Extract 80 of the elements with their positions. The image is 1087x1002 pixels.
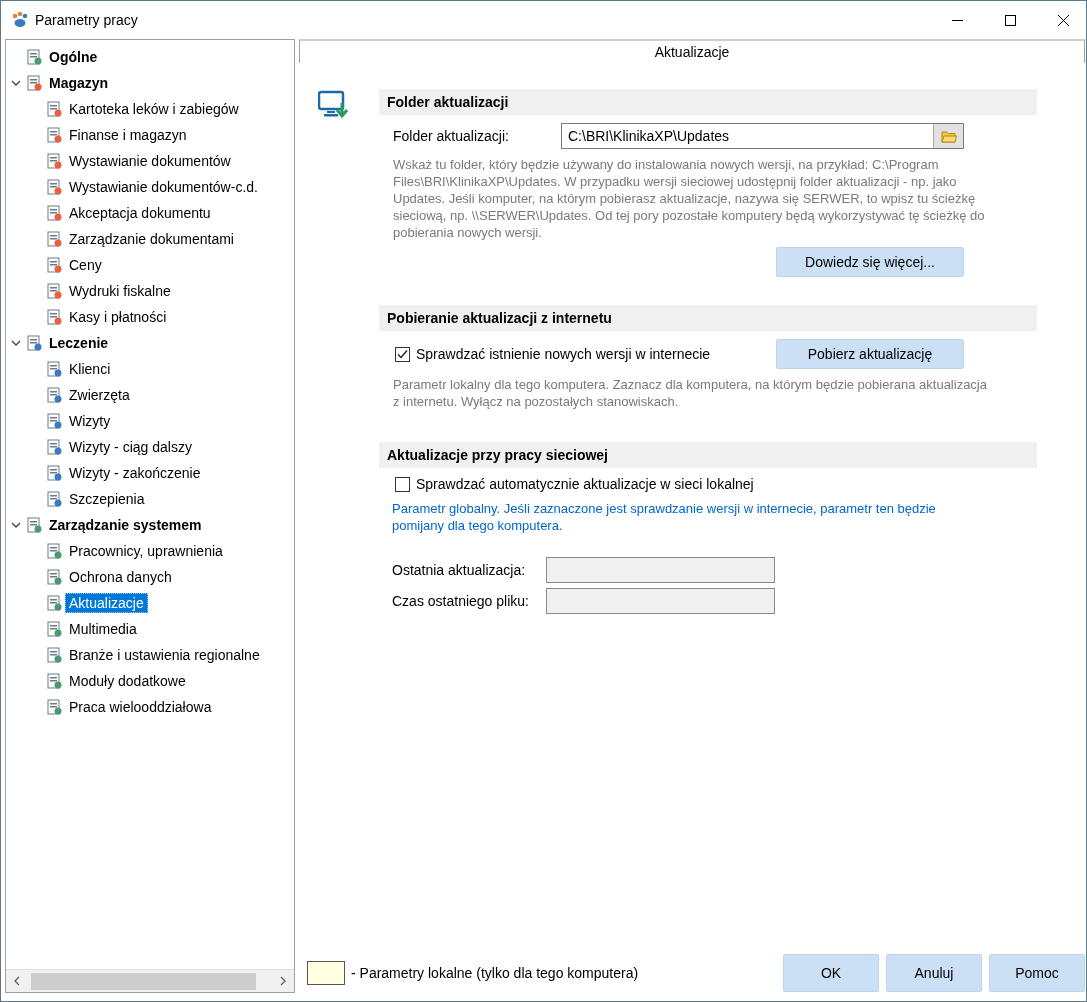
- page-icon: [46, 257, 62, 273]
- field-label: Czas ostatniego pliku:: [392, 593, 530, 609]
- page-icon: [46, 153, 62, 169]
- window-title: Parametry pracy: [35, 12, 138, 28]
- page-icon: [46, 387, 62, 403]
- legend-label: - Parametry lokalne (tylko dla tego komputera): [351, 965, 639, 981]
- tree-item[interactable]: Zarządzanie dokumentami: [65, 229, 238, 249]
- tree-item[interactable]: Szczepienia: [65, 489, 149, 509]
- tree-item[interactable]: Aktualizacje: [65, 593, 148, 613]
- learn-more-button[interactable]: Dowiedz się więcej...: [776, 247, 964, 277]
- section-header: Aktualizacje przy pracy sieciowej: [379, 442, 1037, 468]
- page-icon: [46, 439, 62, 455]
- folder-page-icon: [26, 335, 42, 351]
- tree-item[interactable]: Kartoteka leków i zabiegów: [65, 99, 243, 119]
- section-header: Folder aktualizacji: [379, 89, 1037, 115]
- tree-item[interactable]: Branże i ustawienia regionalne: [65, 645, 264, 665]
- page-icon: [46, 543, 62, 559]
- page-icon: [46, 647, 62, 663]
- tree-item[interactable]: Wizyty: [65, 411, 115, 431]
- page-icon: [46, 361, 62, 377]
- page-icon: [46, 699, 62, 715]
- section-header: Pobieranie aktualizacji z internetu: [379, 305, 1037, 331]
- tree-item[interactable]: Wizyty - ciąg dalszy: [65, 437, 196, 457]
- field-label: Ostatnia aktualizacja:: [392, 562, 527, 578]
- page-icon: [46, 491, 62, 507]
- checkbox-label[interactable]: Sprawdzać istnienie nowych wersji w internecie: [416, 346, 711, 362]
- page-icon: [46, 465, 62, 481]
- folder-page-icon: [26, 517, 42, 533]
- horizontal-scrollbar[interactable]: [6, 969, 294, 992]
- tree-item[interactable]: Zwierzęta: [65, 385, 134, 405]
- tree-item[interactable]: Wystawianie dokumentów-c.d.: [65, 177, 262, 197]
- tree-item[interactable]: Akceptacja dokumentu: [65, 203, 215, 223]
- tree-item[interactable]: Wizyty - zakończenie: [65, 463, 205, 483]
- tree-item[interactable]: Zarządzanie systemem: [45, 515, 206, 535]
- field-label: Folder aktualizacji:: [393, 128, 510, 144]
- page-icon: [46, 101, 62, 117]
- checkbox[interactable]: [395, 346, 410, 362]
- tree-item[interactable]: Ogólne: [45, 47, 102, 67]
- checkbox[interactable]: [395, 476, 410, 492]
- tree-item[interactable]: Klienci: [65, 359, 115, 379]
- page-icon: [46, 595, 62, 611]
- tree-item[interactable]: Leczenie: [45, 333, 113, 353]
- page-icon: [46, 205, 62, 221]
- page-icon: [46, 179, 62, 195]
- help-text: Parametr lokalny dla tego komputera. Zaznacz dla komputera, na którym będzie pobierana aktualizacja z internetu. Wyłącz na pozostałych stanowiskach.: [393, 376, 988, 410]
- tree-item[interactable]: Wystawianie dokumentów: [65, 151, 235, 171]
- page-icon: [46, 283, 62, 299]
- tree-item[interactable]: Multimedia: [65, 619, 141, 639]
- close-icon: [1057, 14, 1069, 26]
- tree-item[interactable]: Kasy i płatności: [65, 307, 171, 327]
- paw-icon: [11, 11, 29, 29]
- page-icon: [46, 309, 62, 325]
- help-text: Wskaż tu folder, który będzie używany do instalowania nowych wersji, na przykład: C:\Program Files\BRI\KlinikaXP\Updates. W przypadku wersji sieciowej udostępnij folder aktualizacji - np. jako Updates. Jeśli komputer, na którym pobierasz aktualizacje, nazywa się SERWER, to wpisz tu ścieżkę sieciową, np. \\SERWER\Updates. Od tej pory pozostałe komputery będą wykorzystywać tę ścieżkę do pobierania nowych wersji.: [393, 156, 986, 241]
- maximize-icon: [1004, 14, 1016, 26]
- page-icon: [46, 673, 62, 689]
- folder-input-field[interactable]: C:\BRI\KlinikaXP\Updates: [561, 123, 964, 149]
- page-icon: [46, 231, 62, 247]
- page-icon: [46, 569, 62, 585]
- monitor-download-icon: [318, 89, 350, 121]
- tree-item[interactable]: Moduły dodatkowe: [65, 671, 190, 691]
- tree-item[interactable]: Ochrona danych: [65, 567, 176, 587]
- dialog-button[interactable]: Pomoc: [989, 954, 1085, 992]
- tree-item[interactable]: Magazyn: [45, 73, 113, 93]
- page-icon: [46, 621, 62, 637]
- dialog-button[interactable]: OK: [783, 954, 879, 992]
- info-note: Parametr globalny. Jeśli zaznaczone jest sprawdzanie wersji w internecie, parametr ten będzie pomijany dla tego komputera.: [392, 500, 937, 534]
- tree-item[interactable]: Wydruki fiskalne: [65, 281, 175, 301]
- tree-item[interactable]: Pracownicy, uprawnienia: [65, 541, 227, 561]
- dialog-button[interactable]: Anuluj: [886, 954, 982, 992]
- download-update-button[interactable]: Pobierz aktualizację: [776, 339, 964, 369]
- page-icon: [46, 127, 62, 143]
- page-icon: [46, 413, 62, 429]
- legend-swatch: [307, 961, 345, 985]
- checkbox-label[interactable]: Sprawdzać automatycznie aktualizacje w sieci lokalnej: [416, 476, 754, 492]
- panel-title: Aktualizacje: [299, 39, 1085, 63]
- folder-page-icon: [26, 49, 42, 65]
- tree-item[interactable]: Praca wielooddziałowa: [65, 697, 216, 717]
- tree-item[interactable]: Ceny: [65, 255, 106, 275]
- folder-page-icon: [26, 75, 42, 91]
- tree-item[interactable]: Finanse i magazyn: [65, 125, 191, 145]
